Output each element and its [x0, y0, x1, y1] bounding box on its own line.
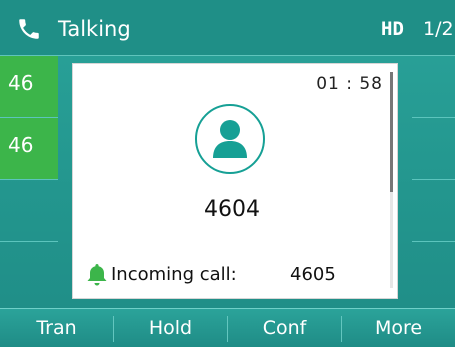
more-softkey[interactable]: More [342, 309, 455, 347]
line-keys: 46 46 [0, 56, 58, 308]
call-status-title: Talking [58, 17, 131, 41]
dss-key-4[interactable] [412, 242, 455, 304]
conference-softkey[interactable]: Conf [228, 309, 341, 347]
transfer-softkey[interactable]: Tran [0, 309, 113, 347]
page-indicator: 1/2 [423, 18, 454, 40]
line-key-label: 46 [8, 71, 34, 95]
contact-avatar-icon [195, 104, 265, 174]
line-key-3[interactable] [0, 180, 58, 242]
hd-audio-badge: HD [381, 18, 404, 40]
hold-softkey[interactable]: Hold [114, 309, 227, 347]
incoming-call-row[interactable]: Incoming call: 4605 [85, 262, 385, 288]
scrollbar-thumb[interactable] [390, 72, 393, 192]
incoming-call-number: 4605 [290, 264, 336, 285]
line-key-4[interactable] [0, 242, 58, 304]
incoming-call-label: Incoming call: [111, 264, 237, 285]
phone-handset-icon [16, 16, 42, 42]
softkey-bar: Tran Hold Conf More [0, 308, 455, 347]
active-call-card[interactable]: 01 : 58 4604 Incoming call: 4605 [72, 63, 398, 299]
line-key-2[interactable]: 46 [0, 118, 58, 180]
bell-icon [85, 262, 109, 292]
dss-key-2[interactable] [412, 118, 455, 180]
dss-key-1[interactable] [412, 56, 455, 118]
dss-key-3[interactable] [412, 180, 455, 242]
phone-screen: Talking HD 1/2 46 46 01 : 58 4604 Incomi… [0, 0, 455, 347]
line-key-1[interactable]: 46 [0, 56, 58, 118]
line-key-label: 46 [8, 133, 34, 157]
dss-keys [412, 56, 455, 308]
caller-number: 4604 [204, 197, 260, 222]
call-duration: 01 : 58 [316, 74, 383, 94]
status-bar: Talking HD 1/2 [0, 0, 455, 56]
